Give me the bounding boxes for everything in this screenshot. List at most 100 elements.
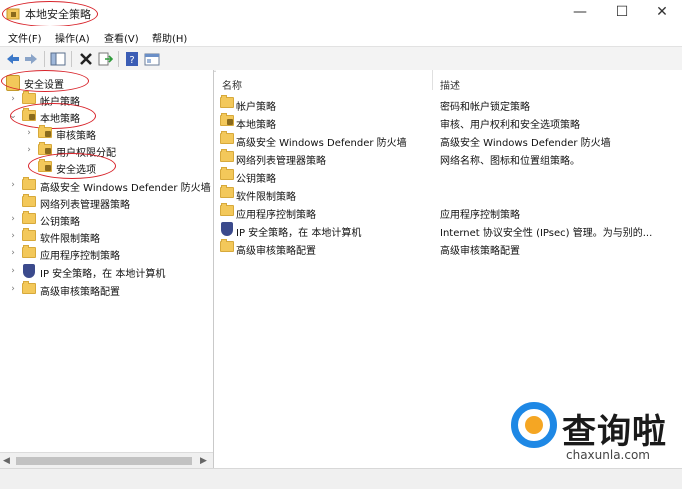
scrollbar-thumb[interactable]	[16, 457, 192, 465]
folder-icon	[22, 91, 36, 104]
tree-item-public-key[interactable]: › 公钥策略	[0, 211, 213, 228]
title-bar: 本地安全策略 — ☐ ✕	[0, 0, 682, 26]
folder-icon	[220, 203, 234, 216]
expand-chevron-icon[interactable]: ›	[8, 283, 18, 295]
scroll-left-arrow-icon[interactable]: ◀	[3, 456, 10, 466]
folder-icon	[22, 211, 36, 224]
list-row-name: 本地策略	[236, 120, 276, 131]
list-row-name: 软件限制策略	[236, 192, 296, 203]
expand-chevron-icon[interactable]: ›	[8, 230, 18, 242]
list-row-name: 帐户策略	[236, 102, 276, 113]
back-arrow-icon[interactable]	[5, 51, 21, 67]
list-row-name: 应用程序控制策略	[236, 210, 316, 221]
list-row[interactable]: 帐户策略 密码和帐户锁定策略	[216, 95, 682, 113]
menu-view[interactable]: 查看(V)	[104, 30, 139, 45]
expand-chevron-icon[interactable]: ›	[8, 265, 18, 277]
delete-icon[interactable]	[78, 51, 94, 67]
tree-item-label: 审核策略	[56, 131, 96, 142]
scroll-right-arrow-icon[interactable]: ▶	[200, 456, 207, 466]
list-row-name: 高级安全 Windows Defender 防火墙	[236, 138, 407, 149]
forward-arrow-icon[interactable]	[23, 51, 39, 67]
column-header-description[interactable]: 描述	[440, 77, 460, 92]
tree-item-app-control[interactable]: › 应用程序控制策略	[0, 245, 213, 262]
list-row-name: 网络列表管理器策略	[236, 156, 326, 167]
list-row-name: IP 安全策略，在 本地计算机	[236, 228, 362, 239]
expand-chevron-icon[interactable]: ›	[8, 213, 18, 225]
folder-icon	[22, 281, 36, 294]
list-row[interactable]: 公钥策略	[216, 167, 682, 185]
toolbar-separator	[118, 51, 119, 67]
expand-chevron-icon[interactable]: ›	[24, 144, 34, 156]
minimize-button[interactable]: —	[560, 0, 600, 26]
tree-item-network-list[interactable]: 网络列表管理器策略	[0, 194, 213, 211]
list-row[interactable]: IP 安全策略，在 本地计算机 Internet 协议安全性 (IPsec) 管…	[216, 221, 682, 239]
lock-icon	[227, 119, 233, 125]
export-list-icon[interactable]	[97, 51, 114, 67]
tree-item-advanced-audit[interactable]: › 高级审核策略配置	[0, 281, 213, 298]
expand-chevron-icon[interactable]: ›	[8, 179, 18, 191]
tree-item-label: 应用程序控制策略	[40, 251, 120, 262]
status-bar	[0, 468, 682, 489]
list-row-description: 审核、用户权利和安全选项策略	[440, 120, 580, 131]
folder-icon	[220, 131, 234, 144]
list-row-description: 网络名称、图标和位置组策略。	[440, 156, 580, 167]
folder-icon	[220, 239, 234, 252]
horizontal-scrollbar[interactable]: ◀ ▶	[0, 452, 213, 469]
column-divider[interactable]	[432, 70, 433, 90]
list-row[interactable]: 本地策略 审核、用户权利和安全选项策略	[216, 113, 682, 131]
maximize-button[interactable]: ☐	[602, 0, 642, 26]
tree-item-user-rights[interactable]: › 用户权限分配	[0, 142, 213, 159]
folder-icon	[220, 113, 234, 126]
folder-icon	[38, 125, 52, 138]
menu-bar: 文件(F) 操作(A) 查看(V) 帮助(H)	[0, 26, 682, 46]
list-row-description: 高级安全 Windows Defender 防火墙	[440, 138, 611, 149]
tree-item-label: IP 安全策略，在 本地计算机	[40, 269, 166, 280]
expand-chevron-icon[interactable]: ›	[8, 247, 18, 259]
lock-icon	[45, 131, 51, 137]
list-row-description: 密码和帐户锁定策略	[440, 102, 530, 113]
annotation-ellipse	[2, 1, 98, 27]
watermark-url: chaxunla.com	[566, 448, 650, 462]
tree-item-label: 高级安全 Windows Defender 防火墙	[40, 183, 211, 194]
menu-file[interactable]: 文件(F)	[8, 30, 42, 45]
folder-icon	[22, 228, 36, 241]
tree-item-software-restriction[interactable]: › 软件限制策略	[0, 228, 213, 245]
toolbar-separator	[71, 51, 72, 67]
list-row-name: 公钥策略	[236, 174, 276, 185]
close-button[interactable]: ✕	[642, 0, 682, 26]
watermark-logo-dot	[525, 416, 543, 434]
expand-chevron-icon[interactable]: ›	[24, 127, 34, 139]
folder-icon	[22, 245, 36, 258]
toolbar: ?	[0, 46, 682, 72]
list-row-description: 高级审核策略配置	[440, 246, 520, 257]
tree-item-label: 公钥策略	[40, 217, 80, 228]
folder-icon	[38, 142, 52, 155]
help-icon[interactable]: ?	[124, 51, 140, 67]
folder-icon	[220, 167, 234, 180]
list-row[interactable]: 高级审核策略配置 高级审核策略配置	[216, 239, 682, 257]
svg-text:?: ?	[129, 55, 134, 66]
properties-icon[interactable]	[144, 51, 160, 67]
tree-item-firewall[interactable]: › 高级安全 Windows Defender 防火墙	[0, 177, 213, 194]
column-header-name[interactable]: 名称	[222, 77, 242, 92]
lock-icon	[45, 148, 51, 154]
folder-icon	[220, 185, 234, 198]
tree-item-label: 软件限制策略	[40, 234, 100, 245]
ip-security-icon	[23, 264, 35, 278]
list-row[interactable]: 高级安全 Windows Defender 防火墙 高级安全 Windows D…	[216, 131, 682, 149]
show-hide-tree-icon[interactable]	[50, 51, 66, 67]
folder-icon	[220, 149, 234, 162]
ip-security-icon	[221, 222, 233, 236]
toolbar-separator	[44, 51, 45, 67]
tree-item-ip-security[interactable]: › IP 安全策略，在 本地计算机	[0, 263, 213, 280]
list-row[interactable]: 网络列表管理器策略 网络名称、图标和位置组策略。	[216, 149, 682, 167]
tree-item-label: 高级审核策略配置	[40, 287, 120, 298]
tree-item-audit-policy[interactable]: › 审核策略	[0, 125, 213, 142]
menu-action[interactable]: 操作(A)	[55, 30, 90, 45]
list-row[interactable]: 应用程序控制策略 应用程序控制策略	[216, 203, 682, 221]
expand-chevron-icon[interactable]: ›	[8, 93, 18, 105]
list-row-name: 高级审核策略配置	[236, 246, 316, 257]
menu-help[interactable]: 帮助(H)	[152, 30, 187, 45]
list-row[interactable]: 软件限制策略	[216, 185, 682, 203]
list-row-description: Internet 协议安全性 (IPsec) 管理。为与别的...	[440, 228, 653, 239]
